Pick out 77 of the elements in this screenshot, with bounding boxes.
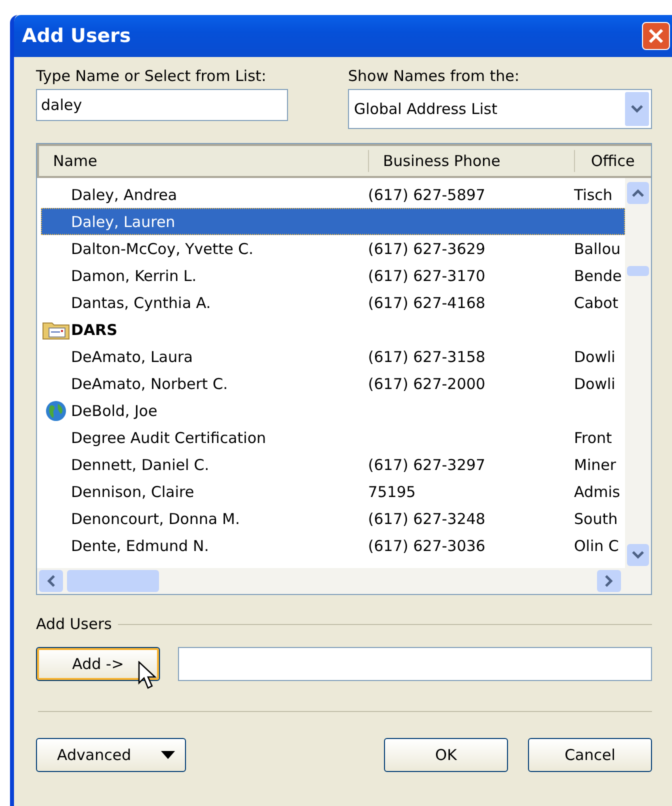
table-cell-text: Daley, Andrea — [71, 186, 178, 204]
table-cell-text: DeAmato, Norbert C. — [71, 374, 229, 392]
list-row[interactable]: Dantas, Cynthia A. (617) 627-4168 Cabot — [41, 289, 625, 316]
scrollbar-thumb[interactable] — [627, 266, 649, 276]
table-cell-text: DARS — [71, 320, 118, 338]
globe-icon — [45, 400, 67, 422]
close-icon — [647, 27, 665, 45]
table-cell-text: (617) 627-3158 — [368, 348, 486, 366]
caret-down-icon — [161, 751, 175, 759]
column-header[interactable]: Name — [39, 150, 369, 172]
vertical-scrollbar[interactable] — [625, 178, 651, 568]
list-row[interactable]: Denoncourt, Donna M. (617) 627-3248 South — [41, 505, 625, 532]
table-cell-text: Denoncourt, Donna M. — [71, 510, 241, 528]
list-row[interactable]: DeAmato, Laura (617) 627-3158 Dowli — [41, 343, 625, 370]
close-button[interactable] — [642, 22, 670, 50]
table-cell-text: 75195 — [368, 482, 417, 500]
chevron-down-icon — [630, 104, 644, 114]
advanced-button[interactable]: Advanced — [36, 738, 186, 772]
list-row[interactable]: DeBold, Joe — [41, 397, 625, 424]
column-header[interactable]: Office — [575, 150, 651, 172]
table-cell-text: (617) 627-2000 — [368, 374, 486, 392]
table-cell-text: Miner — [574, 456, 618, 474]
horizontal-scrollbar[interactable] — [37, 568, 651, 594]
cancel-button[interactable]: Cancel — [528, 738, 652, 772]
column-header[interactable]: Business Phone — [369, 150, 575, 172]
table-cell-text: Damon, Kerrin L. — [71, 266, 198, 284]
chevron-right-icon — [605, 575, 613, 587]
list-row[interactable]: Degree Audit Certification Front — [41, 424, 625, 451]
table-cell-text: Bende — [574, 266, 623, 284]
list-row[interactable]: Daley, Lauren — [41, 208, 625, 235]
table-cell-text: (617) 627-4168 — [368, 294, 486, 312]
address-list-dropdown[interactable]: Global Address List — [348, 89, 652, 129]
table-cell-text: (617) 627-5897 — [368, 186, 486, 204]
list-row[interactable]: Damon, Kerrin L. (617) 627-3170 Bende — [41, 262, 625, 289]
table-cell-text: (617) 627-3248 — [368, 510, 486, 528]
folder-icon — [42, 320, 70, 340]
add-button[interactable]: Add -> — [36, 647, 160, 681]
table-cell-text: (617) 627-3629 — [368, 240, 486, 258]
table-cell-text: Dennison, Claire — [71, 482, 196, 500]
table-cell-text: Admis — [574, 482, 622, 500]
chevron-down-icon — [632, 551, 644, 559]
name-input-field[interactable]: daley — [36, 89, 288, 121]
group-label: Add Users — [36, 615, 112, 633]
table-cell-text: Ballou — [574, 240, 622, 258]
table-cell-text: South — [574, 510, 619, 528]
window-title: Add Users — [22, 25, 132, 47]
table-cell-text: Tisch — [574, 186, 614, 204]
table-cell-text: (617) 627-3170 — [368, 266, 486, 284]
ok-button[interactable]: OK — [384, 738, 508, 772]
table-cell-text: Degree Audit Certification — [71, 428, 268, 446]
table-cell-text: DeBold, Joe — [71, 402, 158, 420]
list-row[interactable]: Daley, Andrea (617) 627-5897 Tisch — [41, 181, 625, 208]
list-row[interactable]: Dalton-McCoy, Yvette C. (617) 627-3629 Ballou — [41, 235, 625, 262]
table-cell-text: DeAmato, Laura — [71, 348, 194, 366]
table-cell-text: Dowli — [574, 348, 616, 366]
list-row[interactable]: Dente, Edmund N. (617) 627-3036 Olin C — [41, 532, 625, 559]
list-row[interactable]: Dennett, Daniel C. (617) 627-3297 Miner — [41, 451, 625, 478]
table-cell-text: Dantas, Cynthia A. — [71, 294, 212, 312]
table-cell-text: (617) 627-3297 — [368, 456, 486, 474]
table-cell-text: Dowli — [574, 374, 616, 392]
scrollbar-thumb[interactable] — [67, 570, 159, 592]
table-cell-text: Daley, Lauren — [71, 212, 176, 230]
table-cell-text: Dennett, Daniel C. — [71, 456, 210, 474]
field-label: Type Name or Select from List: — [36, 67, 268, 85]
table-cell-text: Front — [574, 428, 613, 446]
list-row[interactable]: DeAmato, Norbert C. (617) 627-2000 Dowli — [41, 370, 625, 397]
table-cell-text: Cabot — [574, 294, 620, 312]
added-users-field[interactable] — [178, 647, 652, 681]
table-cell-text: Olin C — [574, 536, 620, 554]
chevron-up-icon — [632, 189, 644, 197]
list-row[interactable]: Dennison, Claire 75195 Admis — [41, 478, 625, 505]
field-label: Show Names from the: — [348, 67, 520, 85]
table-cell-text: Dente, Edmund N. — [71, 536, 210, 554]
chevron-left-icon — [47, 575, 55, 587]
list-row[interactable]: DARS — [41, 316, 625, 343]
table-cell-text: (617) 627-3036 — [368, 536, 486, 554]
table-cell-text: Dalton-McCoy, Yvette C. — [71, 240, 254, 258]
